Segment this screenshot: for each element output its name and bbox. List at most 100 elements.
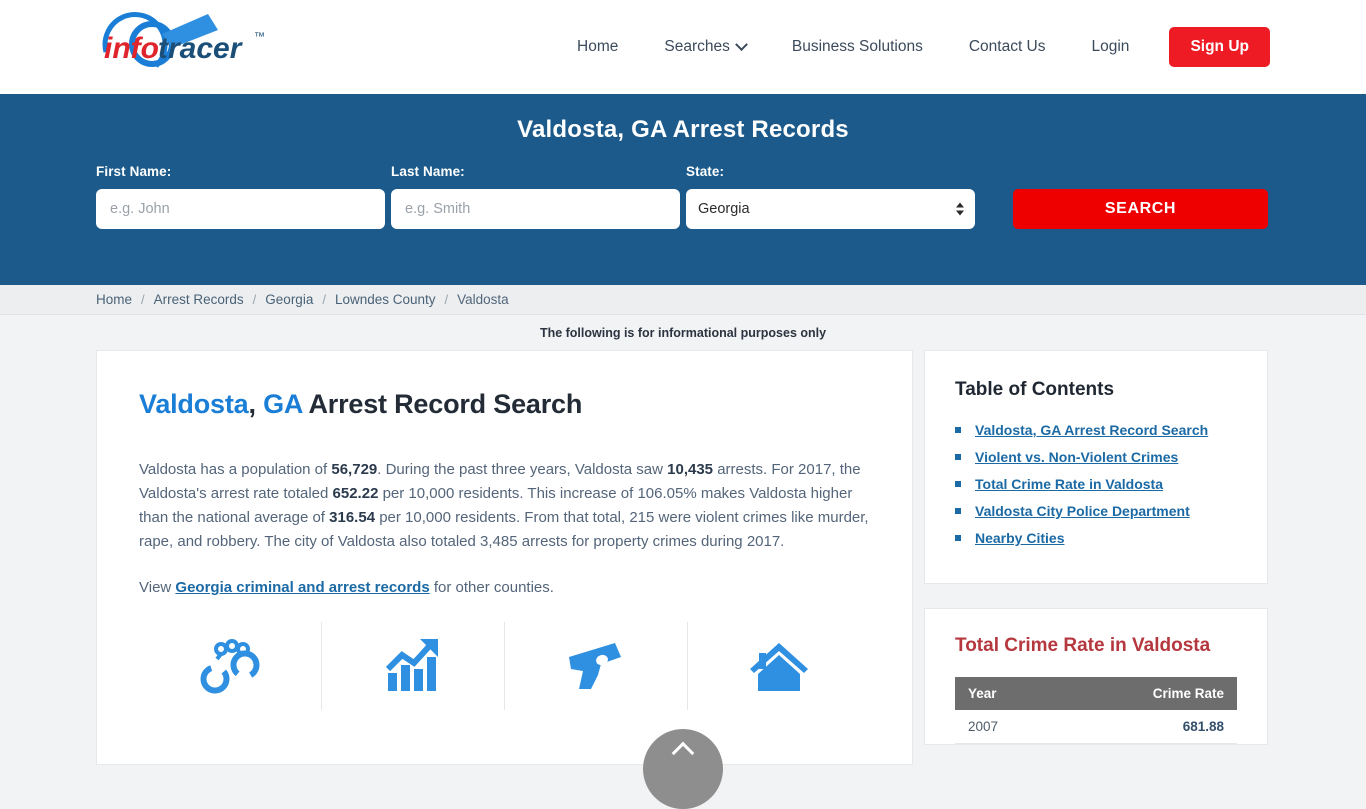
table-body: 2007 681.88 — [955, 710, 1237, 744]
main-navigation: Home Searches Business Solutions Contact… — [554, 0, 1270, 94]
view-other-counties-line: View Georgia criminal and arrest records… — [139, 576, 870, 600]
scroll-to-top-button[interactable] — [643, 729, 723, 809]
search-form: First Name: Last Name: State: Georgia SE… — [96, 164, 1268, 229]
breadcrumb-item-home[interactable]: Home — [96, 292, 132, 307]
first-name-label: First Name: — [96, 164, 172, 179]
list-item[interactable]: Violent vs. Non-Violent Crimes — [955, 449, 1237, 465]
handgun-icon — [569, 643, 621, 689]
cell-crime-rate: 681.88 — [1058, 710, 1237, 744]
toc-title: Table of Contents — [955, 379, 1115, 400]
nav-item-contact-us[interactable]: Contact Us — [946, 38, 1069, 56]
list-item[interactable]: Nearby Cities — [955, 530, 1237, 546]
state-select-shell: Georgia — [686, 189, 975, 229]
national-average-value: 316.54 — [329, 509, 376, 526]
site-header: info tracer ™ Home Searches Business Sol… — [0, 0, 1366, 94]
toc-link-violent-vs-nonviolent[interactable]: Violent vs. Non-Violent Crimes — [975, 449, 1178, 465]
chevron-down-icon — [734, 37, 748, 51]
breadcrumb: Home / Arrest Records / Georgia / Lownde… — [0, 285, 1366, 315]
paragraph-seg: . During the past three years, Valdosta … — [377, 461, 668, 478]
svg-text:™: ™ — [254, 31, 265, 43]
bullet-icon — [955, 508, 961, 514]
bullet-icon — [955, 427, 961, 433]
breadcrumb-item-arrest-records[interactable]: Arrest Records — [154, 292, 244, 307]
heading-rest: Arrest Record Search — [308, 389, 583, 419]
breadcrumb-separator: / — [252, 292, 257, 307]
nav-item-searches[interactable]: Searches — [641, 37, 768, 56]
table-of-contents-card: Table of Contents Valdosta, GA Arrest Re… — [924, 350, 1268, 584]
toc-link-police-department[interactable]: Valdosta City Police Department — [975, 503, 1190, 519]
content-heading: Valdosta, GA Arrest Record Search — [139, 389, 870, 420]
view-prefix: View — [139, 579, 176, 596]
georgia-records-link[interactable]: Georgia criminal and arrest records — [175, 579, 429, 596]
page-body: Valdosta, GA Arrest Record Search Valdos… — [0, 350, 1366, 765]
main-content-card: Valdosta, GA Arrest Record Search Valdos… — [96, 350, 913, 765]
table-header: Year Crime Rate — [955, 677, 1237, 710]
svg-text:info: info — [104, 32, 159, 65]
breadcrumb-separator: / — [141, 292, 145, 307]
chevron-up-icon — [671, 741, 695, 765]
total-crime-rate-card: Total Crime Rate in Valdosta Year Crime … — [924, 608, 1268, 745]
list-item[interactable]: Valdosta, GA Arrest Record Search — [955, 422, 1237, 438]
arrests-value: 10,435 — [667, 461, 714, 478]
nav-item-label: Login — [1091, 38, 1130, 55]
last-name-input[interactable] — [391, 189, 680, 229]
disclaimer-text: The following is for informational purpo… — [539, 326, 827, 340]
sidebar: Table of Contents Valdosta, GA Arrest Re… — [924, 350, 1268, 745]
toc-list: Valdosta, GA Arrest Record Search Violen… — [955, 422, 1237, 546]
bullet-icon — [955, 535, 961, 541]
heading-comma: , — [248, 389, 256, 419]
logo-icon: info tracer ™ — [102, 12, 265, 68]
first-name-field-group: First Name: — [96, 164, 385, 229]
category-icon-strip — [139, 622, 870, 710]
icon-cell-violent-crime[interactable] — [505, 622, 688, 710]
column-header-year: Year — [955, 677, 1059, 710]
breadcrumb-separator: / — [444, 292, 449, 307]
nav-item-business-solutions[interactable]: Business Solutions — [769, 38, 946, 56]
nav-item-label: Contact Us — [968, 38, 1046, 55]
search-button[interactable]: SEARCH — [1013, 189, 1268, 229]
state-field-group: State: Georgia — [686, 164, 975, 229]
page-title: Valdosta, GA Arrest Records — [517, 116, 849, 143]
state-select[interactable]: Georgia — [686, 189, 975, 229]
infotracer-logo[interactable]: info tracer ™ — [96, 8, 296, 80]
view-suffix: for other counties. — [429, 579, 554, 596]
population-value: 56,729 — [331, 461, 378, 478]
breadcrumb-item-georgia[interactable]: Georgia — [265, 292, 313, 307]
heading-city: Valdosta — [139, 389, 249, 419]
summary-paragraph: Valdosta has a population of 56,729. Dur… — [139, 458, 870, 554]
house-icon — [750, 643, 808, 691]
breadcrumb-item-valdosta: Valdosta — [457, 292, 509, 307]
nav-item-label: Searches — [664, 38, 730, 55]
list-item[interactable]: Valdosta City Police Department — [955, 503, 1237, 519]
crime-rate-title: Total Crime Rate in Valdosta — [955, 635, 1211, 656]
first-name-input[interactable] — [96, 189, 385, 229]
bullet-icon — [955, 454, 961, 460]
state-label: State: — [686, 164, 725, 179]
icon-cell-arrests[interactable] — [139, 622, 322, 710]
toc-link-arrest-record-search[interactable]: Valdosta, GA Arrest Record Search — [975, 422, 1208, 438]
nav-item-home[interactable]: Home — [554, 38, 641, 56]
toc-link-total-crime-rate[interactable]: Total Crime Rate in Valdosta — [975, 476, 1163, 492]
cell-year: 2007 — [955, 710, 1059, 744]
bullet-icon — [955, 481, 961, 487]
nav-item-label: Business Solutions — [791, 38, 923, 55]
breadcrumb-item-lowndes-county[interactable]: Lowndes County — [335, 292, 436, 307]
last-name-field-group: Last Name: — [391, 164, 680, 229]
table-header-row: Year Crime Rate — [955, 677, 1237, 710]
column-header-crime-rate: Crime Rate — [1058, 677, 1237, 710]
paragraph-seg: Valdosta has a population of — [139, 461, 332, 478]
arrest-rate-value: 652.22 — [332, 485, 379, 502]
list-item[interactable]: Total Crime Rate in Valdosta — [955, 476, 1237, 492]
nav-item-login[interactable]: Login — [1069, 38, 1153, 56]
last-name-label: Last Name: — [391, 164, 465, 179]
toc-link-nearby-cities[interactable]: Nearby Cities — [975, 530, 1064, 546]
breadcrumb-separator: / — [322, 292, 326, 307]
handcuffs-icon — [200, 639, 260, 694]
heading-state: GA — [263, 389, 303, 419]
hero-search-band: Valdosta, GA Arrest Records First Name: … — [0, 94, 1366, 285]
nav-item-label: Home — [577, 38, 619, 55]
icon-cell-crime-trend[interactable] — [322, 622, 505, 710]
icon-cell-property-crime[interactable] — [688, 622, 870, 710]
sign-up-button[interactable]: Sign Up — [1169, 27, 1270, 67]
growth-chart-icon — [385, 638, 438, 691]
